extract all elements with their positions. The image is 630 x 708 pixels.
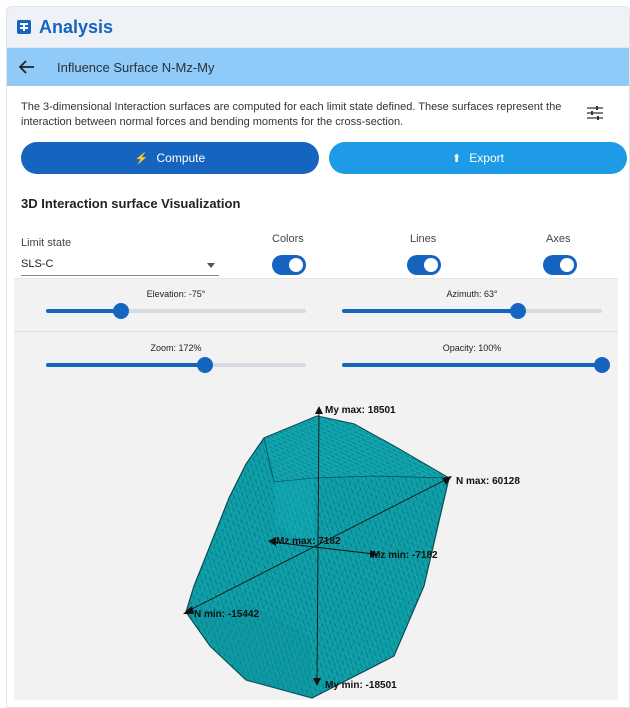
settings-button[interactable] [581,100,609,130]
page-title: Influence Surface N-Mz-My [57,59,215,75]
slider-fill [46,309,122,313]
my-max-label: My max: 18501 [325,405,396,416]
divider [14,331,618,332]
surface-canvas[interactable]: My max: 18501 My min: -18501 N max: 6012… [14,386,618,700]
slider-thumb[interactable] [594,357,610,373]
axes-label: Axes [546,233,571,245]
tune-icon [587,106,603,120]
lines-label: Lines [410,233,437,245]
zoom-slider[interactable]: Zoom: 172% [36,343,316,373]
export-label: Export [469,151,504,165]
lines-toggle[interactable] [407,255,441,275]
app-header: Analysis [7,7,629,48]
description-text: The 3-dimensional Interaction surfaces a… [21,101,562,128]
elevation-slider[interactable]: Elevation: -75° [36,289,316,319]
slider-thumb[interactable] [509,303,526,319]
compute-button[interactable]: ⚡ Compute [21,142,319,174]
calculator-icon [17,20,31,34]
my-max-arrow [315,406,323,414]
slider-fill [46,363,205,367]
slider-track[interactable] [46,303,306,319]
section-title: 3D Interaction surface Visualization [21,196,241,211]
colors-label: Colors [272,233,304,245]
interaction-surface-3d-view[interactable]: My max: 18501 My min: -18501 N max: 6012… [14,386,618,700]
limit-state-select[interactable]: SLS-C [21,255,219,276]
slider-track[interactable] [342,357,610,373]
view-controls-panel: Elevation: -75° Azimuth: 63° Zoom: 172% … [14,278,618,387]
slider-fill [342,309,518,313]
limit-state-value: SLS-C [21,258,54,270]
mz-max-label: Mz max: 7182 [276,536,341,547]
opacity-slider[interactable]: Opacity: 100% [332,343,612,373]
my-min-label: My min: -18501 [325,680,397,691]
slider-thumb[interactable] [196,357,213,373]
opacity-label: Opacity: 100% [442,343,502,353]
zoom-label: Zoom: 172% [150,343,202,353]
bolt-icon: ⚡ [134,152,149,165]
n-min-label: N min: -15442 [194,609,259,620]
slider-fill [342,363,602,367]
toggle-knob [424,258,438,272]
compute-label: Compute [156,151,206,165]
arrow-left-icon [19,60,34,74]
n-max-label: N max: 60128 [456,476,520,487]
app-title: Analysis [39,16,114,37]
limit-state-label: Limit state [21,237,72,249]
toggle-knob [560,258,574,272]
slider-thumb[interactable] [113,303,130,319]
azimuth-slider[interactable]: Azimuth: 63° [332,289,612,319]
mz-min-label: Mz min: -7182 [372,550,438,561]
axes-toggle[interactable] [543,255,577,275]
toggle-knob [289,258,303,272]
azimuth-label: Azimuth: 63° [446,289,498,299]
chevron-down-icon [207,263,215,268]
colors-toggle[interactable] [272,255,306,275]
export-button[interactable]: ⬆ Export [329,142,627,174]
upload-icon: ⬆ [452,152,462,165]
elevation-label: Elevation: -75° [146,289,206,299]
back-button[interactable] [7,48,47,86]
slider-track[interactable] [342,303,602,319]
slider-track[interactable] [46,357,306,373]
sub-header: Influence Surface N-Mz-My [7,48,629,86]
